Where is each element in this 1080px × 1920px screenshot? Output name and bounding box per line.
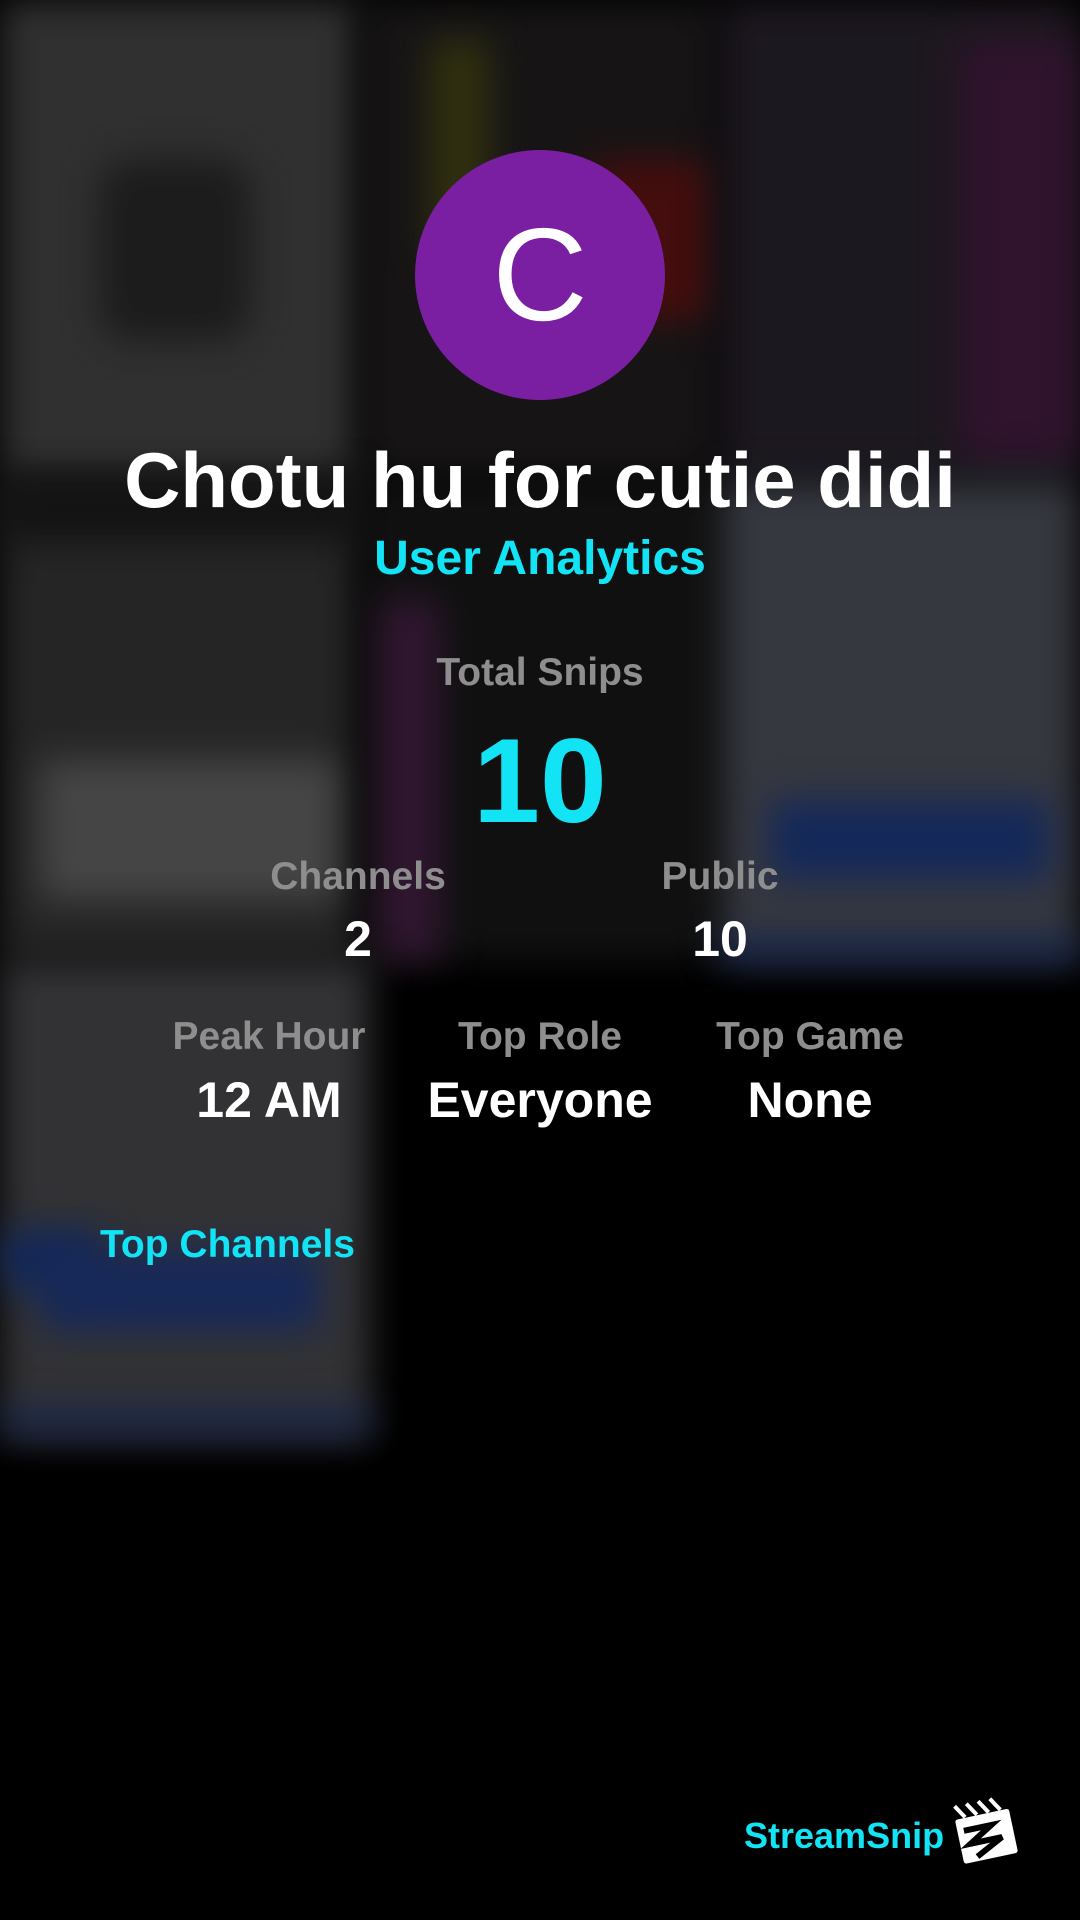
avatar: C <box>415 150 665 400</box>
top-game-value: None <box>747 1072 873 1128</box>
top-role-value: Everyone <box>427 1072 653 1128</box>
total-snips-label: Total Snips <box>436 651 644 694</box>
total-snips-value: 10 <box>473 714 607 848</box>
public-value: 10 <box>692 911 748 967</box>
top-game-label: Top Game <box>716 1015 904 1058</box>
public-label: Public <box>661 855 779 898</box>
peak-hour-label: Peak Hour <box>172 1015 366 1058</box>
analytics-card: C Chotu hu for cutie didi User Analytics… <box>0 0 1080 1920</box>
top-channels-heading: Top Channels <box>100 1223 355 1266</box>
channels-value: 2 <box>344 911 372 967</box>
channels-label: Channels <box>270 855 446 898</box>
user-name: Chotu hu for cutie didi <box>124 436 956 524</box>
peak-hour-value: 12 AM <box>196 1072 342 1128</box>
page-subtitle: User Analytics <box>374 532 706 585</box>
brand-name: StreamSnip <box>744 1815 945 1856</box>
top-role-label: Top Role <box>458 1015 622 1058</box>
avatar-letter: C <box>492 201 588 348</box>
clapperboard-icon <box>950 1795 1021 1867</box>
